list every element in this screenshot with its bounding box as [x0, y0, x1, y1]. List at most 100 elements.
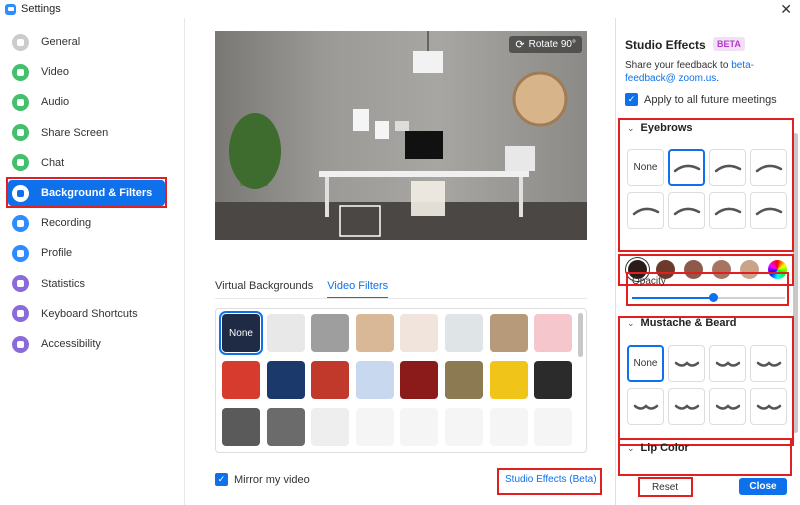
reset-button[interactable]: Reset — [640, 479, 690, 495]
feedback-prefix: Share your feedback to — [625, 60, 732, 71]
sidebar-item-label: Background & Filters — [41, 187, 153, 199]
mustache-style-7[interactable] — [750, 388, 787, 425]
apply-future-meetings-checkbox[interactable]: ✓ Apply to all future meetings — [625, 93, 777, 106]
eyebrow-style-1[interactable] — [668, 149, 705, 186]
filter-grid-scrollbar[interactable] — [578, 313, 583, 357]
mustache-style-5[interactable] — [668, 388, 705, 425]
panel-scrollbar[interactable] — [793, 133, 798, 433]
sidebar-item-label: Accessibility — [41, 338, 101, 350]
eyebrow-style-4[interactable] — [627, 192, 664, 229]
filter-bulbs[interactable] — [534, 361, 573, 399]
mirror-video-label: Mirror my video — [234, 473, 310, 486]
lip-color-section-header[interactable]: ⌄ Lip Color — [627, 442, 689, 454]
close-window-icon[interactable]: ✕ — [780, 1, 792, 18]
mustache-style-3[interactable] — [750, 345, 787, 382]
mustache-style-4[interactable] — [627, 388, 664, 425]
mustache-shape-icon — [674, 360, 699, 367]
feedback-suffix: . — [716, 73, 720, 84]
preview-room-scene — [215, 31, 587, 240]
feedback-text: Share your feedback to beta-feedback@ zo… — [625, 59, 797, 85]
rotate-90-button[interactable]: ⟳ Rotate 90° — [509, 36, 582, 53]
mirror-video-checkbox[interactable]: ✓ Mirror my video — [215, 473, 310, 486]
mustache-style-2[interactable] — [709, 345, 746, 382]
sidebar-item-video[interactable]: Video — [8, 59, 165, 85]
mustache-shape-icon — [715, 403, 740, 410]
filter-tv[interactable] — [445, 361, 483, 399]
eyebrow-style-5[interactable] — [668, 192, 705, 229]
sidebar-item-share-screen[interactable]: Share Screen — [8, 120, 165, 146]
tab-virtual-backgrounds[interactable]: Virtual Backgrounds — [215, 280, 313, 299]
filter-pink[interactable] — [534, 314, 573, 352]
filter-sunflower[interactable] — [489, 361, 528, 399]
eyebrow-shape-icon — [714, 164, 741, 172]
mustache-section-header[interactable]: ⌄ Mustache & Beard — [627, 317, 737, 329]
mustache-style-0[interactable]: None — [627, 345, 664, 382]
mustache-shape-icon — [633, 403, 658, 410]
eyebrow-style-3[interactable] — [750, 149, 787, 186]
opacity-slider[interactable] — [632, 293, 785, 302]
filter-holiday-frame[interactable] — [311, 361, 350, 399]
eyebrow-shape-icon — [632, 207, 659, 215]
video-preview: ⟳ Rotate 90° — [215, 31, 587, 240]
filter-beige[interactable] — [355, 314, 394, 352]
filter-retro-tv[interactable] — [266, 408, 305, 446]
sidebar-item-label: Video — [41, 66, 69, 79]
filter-viewfinder[interactable] — [222, 408, 260, 446]
color-swatch-3[interactable] — [712, 260, 731, 279]
share-screen-icon — [12, 124, 29, 142]
sidebar-item-statistics[interactable]: Statistics — [8, 271, 165, 297]
mustache-shape-icon — [715, 360, 740, 367]
mustache-none-label: None — [633, 358, 658, 369]
sidebar-item-label: Statistics — [41, 277, 86, 290]
eyebrow-style-2[interactable] — [709, 149, 746, 186]
filter-ribbon[interactable] — [311, 408, 350, 446]
filter-light-1[interactable] — [266, 314, 305, 352]
sidebar-item-profile[interactable]: Profile — [8, 240, 165, 266]
filter-theater[interactable] — [400, 361, 439, 399]
filter-gray[interactable] — [311, 314, 350, 352]
sidebar-item-recording[interactable]: Recording — [8, 210, 165, 236]
sidebar-item-keyboard-shortcuts[interactable]: Keyboard Shortcuts — [8, 301, 165, 327]
eyebrow-style-0[interactable]: None — [627, 149, 664, 186]
eyebrow-shape-icon — [755, 164, 782, 172]
filter-sunglasses[interactable] — [534, 408, 573, 446]
tab-video-filters[interactable]: Video Filters — [327, 280, 389, 299]
close-button[interactable]: Close — [739, 478, 787, 495]
filter-speech[interactable] — [355, 408, 394, 446]
sidebar-item-chat[interactable]: Chat — [8, 150, 165, 176]
filter-santa-hat[interactable] — [400, 408, 439, 446]
filter-stage[interactable] — [355, 361, 394, 399]
sidebar-item-general[interactable]: General — [8, 29, 165, 55]
filter-camera-frame[interactable] — [222, 361, 260, 399]
filter-lights[interactable] — [266, 361, 305, 399]
filter-warm-light[interactable] — [400, 314, 439, 352]
sidebar-item-accessibility[interactable]: Accessibility — [8, 331, 165, 357]
mustache-style-1[interactable] — [668, 345, 705, 382]
color-swatch-2[interactable] — [684, 260, 703, 279]
filter-tan[interactable] — [489, 314, 528, 352]
studio-effects-panel: Studio Effects BETA Share your feedback … — [615, 18, 800, 505]
sidebar-item-background-filters[interactable]: Background & Filters — [8, 180, 165, 206]
opacity-label: Opacity — [632, 276, 666, 287]
sidebar-item-audio[interactable]: Audio — [8, 89, 165, 115]
mustache-style-6[interactable] — [709, 388, 746, 425]
accessibility-icon — [12, 335, 29, 353]
background-icon — [12, 184, 29, 202]
opacity-slider-thumb[interactable] — [708, 293, 718, 302]
eyebrows-section-header[interactable]: ⌄ Eyebrows — [627, 122, 693, 134]
studio-effects-link[interactable]: Studio Effects (Beta) — [505, 474, 597, 485]
color-swatch-4[interactable] — [740, 260, 759, 279]
mustache-shape-icon — [674, 403, 699, 410]
eyebrows-label: Eyebrows — [640, 122, 693, 134]
mustache-shape-icon — [756, 360, 781, 367]
eyebrow-style-6[interactable] — [709, 192, 746, 229]
sidebar-item-label: Profile — [41, 247, 73, 260]
filter-cool-light[interactable] — [445, 314, 483, 352]
sidebar-item-label: Share Screen — [41, 126, 109, 139]
filter-reindeer[interactable] — [445, 408, 483, 446]
filter-none[interactable]: None — [219, 311, 263, 355]
color-wheel-icon[interactable] — [768, 260, 787, 279]
rotate-label: Rotate 90° — [528, 39, 576, 50]
filter-beanie[interactable] — [489, 408, 528, 446]
eyebrow-style-7[interactable] — [750, 192, 787, 229]
